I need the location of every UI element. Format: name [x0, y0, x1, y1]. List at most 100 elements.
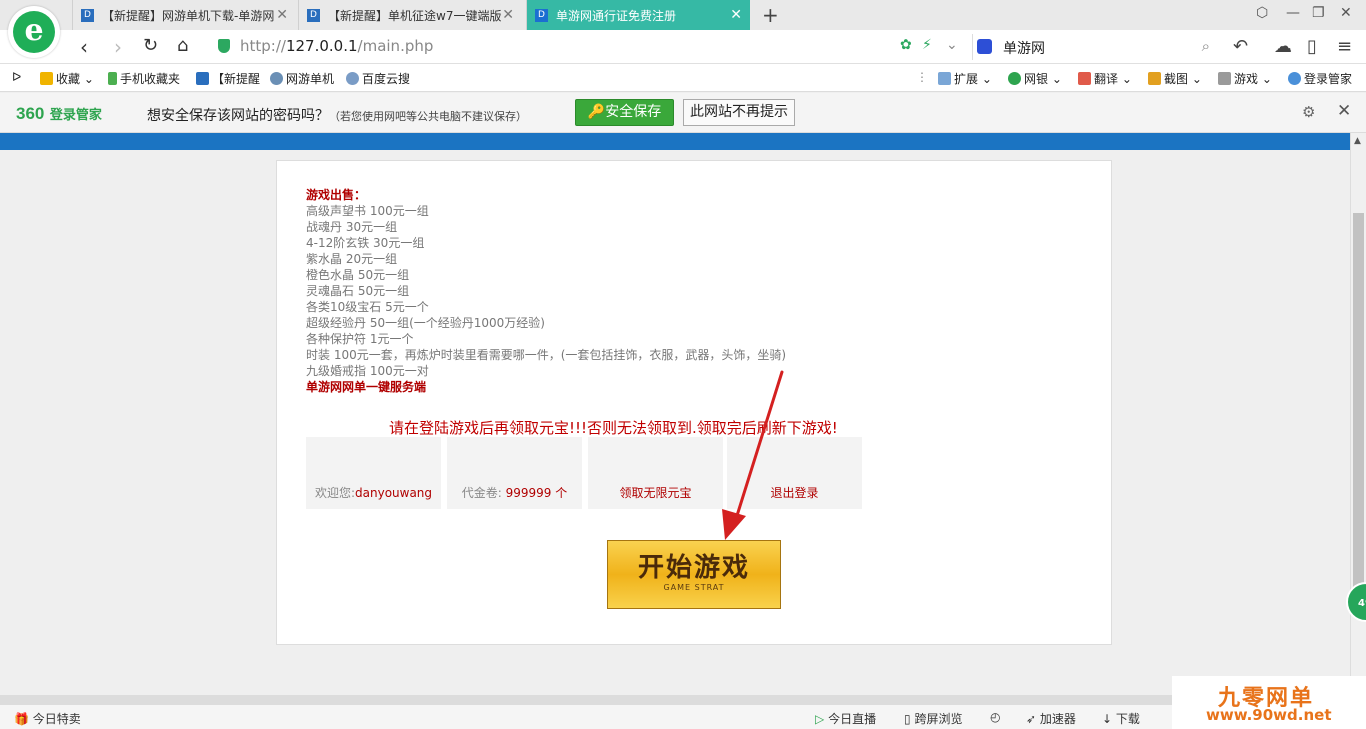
toolbar-screenshot[interactable]: 截图 ⌄	[1148, 70, 1202, 87]
start-game-sublabel: GAME STRAT	[663, 583, 725, 592]
tab-2[interactable]: D 【新提醒】单机征途w7一键端版 ✕	[298, 0, 522, 30]
welcome-box: 欢迎您:danyouwang	[306, 437, 441, 509]
accelerator-item[interactable]: ➶ 加速器	[1026, 710, 1076, 727]
safe-save-button[interactable]: 🔑安全保存	[575, 99, 674, 126]
bookmark-item[interactable]: 【新提醒	[196, 70, 260, 87]
search-box[interactable]: 单游网 ⌕	[972, 34, 1218, 60]
scrollbar-thumb[interactable]	[1353, 213, 1364, 593]
toolbar-extensions[interactable]: 扩展 ⌄	[938, 70, 992, 87]
toolbar-translate[interactable]: 翻译 ⌄	[1078, 70, 1132, 87]
reload-icon[interactable]: ↻	[143, 35, 158, 56]
security-shield-icon	[218, 39, 230, 53]
skin-icon[interactable]: ⬡	[1256, 5, 1268, 21]
toolbar-login-manager[interactable]: 登录管家	[1288, 70, 1352, 87]
gift-icon: 🎁	[14, 712, 29, 726]
back-icon[interactable]: ‹	[80, 35, 88, 59]
status-bar: 🎁 今日特卖 ▷ 今日直播 ▯ 跨屏浏览 ◴ ➶ 加速器 ↓ 下载	[0, 704, 1366, 729]
status-label: 加速器	[1039, 712, 1076, 726]
welcome-label: 欢迎您:	[314, 486, 356, 500]
close-icon[interactable]: ✕	[276, 7, 288, 23]
phone-icon: ▯	[904, 712, 911, 726]
bookmark-label: 收藏	[56, 72, 81, 86]
gear-icon[interactable]: ⚙	[1302, 103, 1315, 121]
cloud-icon[interactable]: ☁	[1274, 36, 1292, 57]
page-bottom-strip	[0, 695, 1350, 704]
tab-1[interactable]: D 【新提醒】网游单机下载-单游网 ✕	[72, 0, 296, 30]
never-for-site-button[interactable]: 此网站不再提示	[683, 99, 795, 126]
bookmark-mobile[interactable]: 手机收藏夹	[108, 70, 180, 87]
cloud-search-icon	[346, 72, 359, 85]
start-game-button[interactable]: 开始游戏 GAME STRAT	[607, 540, 781, 609]
tab-label: 单游网通行证免费注册	[556, 8, 677, 23]
toolbar-banking[interactable]: 网银 ⌄	[1008, 70, 1062, 87]
phone-icon	[108, 72, 117, 85]
download-icon: ↓	[1102, 712, 1113, 726]
live-item[interactable]: ▷ 今日直播	[815, 710, 876, 727]
close-icon[interactable]: ✕	[1337, 101, 1351, 121]
new-tab-icon[interactable]: +	[762, 3, 779, 27]
maximize-icon[interactable]: ❐	[1312, 5, 1325, 21]
tab-label: 【新提醒】单机征途w7一键端版	[328, 8, 502, 23]
daily-deals-item[interactable]: 🎁 今日特卖	[14, 710, 81, 727]
toolbar-games[interactable]: 游戏 ⌄	[1218, 70, 1272, 87]
sidebar-toggle-icon[interactable]: ᐅ	[12, 70, 21, 84]
minimize-icon[interactable]: —	[1286, 5, 1300, 21]
browser-logo[interactable]: e	[8, 6, 60, 58]
page-icon: D	[81, 8, 94, 22]
url-input[interactable]: http://127.0.0.1/main.php	[212, 34, 967, 60]
bookmarks-bar: ᐅ 收藏 ⌄ 手机收藏夹 【新提醒 网游单机 百度云搜 ⋮ 扩展 ⌄ 网银 ⌄ …	[0, 64, 1366, 92]
forward-icon[interactable]: ›	[114, 35, 122, 59]
download-item[interactable]: ↓ 下载	[1102, 710, 1140, 727]
tab-3-active[interactable]: D 单游网通行证免费注册 ✕	[526, 0, 750, 30]
search-icon[interactable]: ⌕	[1202, 37, 1210, 55]
toolbar-label: 登录管家	[1304, 72, 1353, 86]
header-band	[0, 133, 1350, 150]
gamepad-icon	[1218, 72, 1231, 85]
bookmark-label: 网游单机	[286, 72, 335, 86]
tab-label: 【新提醒】网游单机下载-单游网	[102, 8, 275, 23]
speed-mode-icon[interactable]: ⚡	[922, 37, 932, 53]
status-label: 今日直播	[828, 712, 877, 726]
page-icon	[196, 72, 209, 85]
logout-link[interactable]: 退出登录	[727, 437, 862, 509]
bookmark-item[interactable]: 百度云搜	[346, 70, 410, 87]
translate-icon	[1078, 72, 1091, 85]
toolbar-label: 游戏	[1234, 72, 1259, 86]
claim-gold-link[interactable]: 领取无限元宝	[588, 437, 723, 509]
sale-item: 橙色水晶 50元一组	[306, 268, 410, 282]
scroll-up-icon[interactable]: ▲	[1354, 136, 1361, 146]
home-icon[interactable]: ⌂	[177, 35, 188, 56]
star-icon	[40, 72, 53, 85]
sale-item: 战魂丹 30元一组	[306, 220, 398, 234]
chevron-down-icon[interactable]: ⌄	[946, 37, 958, 53]
sale-item: 九级婚戒指 100元一对	[306, 364, 429, 378]
page-icon: D	[307, 8, 320, 22]
menu-icon[interactable]: ≡	[1337, 36, 1352, 57]
phone-icon[interactable]: ▯	[1307, 36, 1317, 57]
toolbar-label: 截图	[1164, 72, 1189, 86]
bookmark-item[interactable]: 网游单机	[270, 70, 334, 87]
sale-item: 高级声望书 100元一组	[306, 204, 429, 218]
speed-icon[interactable]: ◴	[990, 710, 1000, 724]
coupon-value: 999999 个	[505, 486, 568, 500]
undo-icon[interactable]: ↶	[1233, 36, 1248, 57]
sale-item: 超级经验丹 50一组(一个经验丹1000万经验)	[306, 316, 545, 330]
bookmark-label: 【新提醒	[212, 72, 261, 86]
bookmark-label: 百度云搜	[362, 72, 411, 86]
play-icon: ▷	[815, 712, 825, 726]
cross-screen-item[interactable]: ▯ 跨屏浏览	[904, 710, 962, 727]
more-icon[interactable]: ⋮	[916, 70, 928, 84]
security-check-icon[interactable]: ✿	[900, 37, 912, 53]
extension-icon	[938, 72, 951, 85]
rocket-icon: ➶	[1026, 712, 1037, 726]
scissors-icon	[1148, 72, 1161, 85]
close-icon[interactable]: ✕	[730, 7, 742, 23]
save-password-question: 想安全保存该网站的密码吗？（若您使用网吧等公共电脑不建议保存）	[147, 108, 527, 124]
status-label: 下载	[1115, 712, 1140, 726]
bookmark-favorites[interactable]: 收藏 ⌄	[40, 70, 94, 87]
toolbar-label: 网银	[1024, 72, 1049, 86]
close-icon[interactable]: ✕	[502, 7, 514, 23]
toolbar-label: 扩展	[954, 72, 979, 86]
window-close-icon[interactable]: ✕	[1340, 5, 1352, 21]
sale-item: 时装 100元一套，再炼炉时装里看需要哪一件，(一套包括挂饰，衣服，武器，头饰，…	[306, 348, 787, 362]
